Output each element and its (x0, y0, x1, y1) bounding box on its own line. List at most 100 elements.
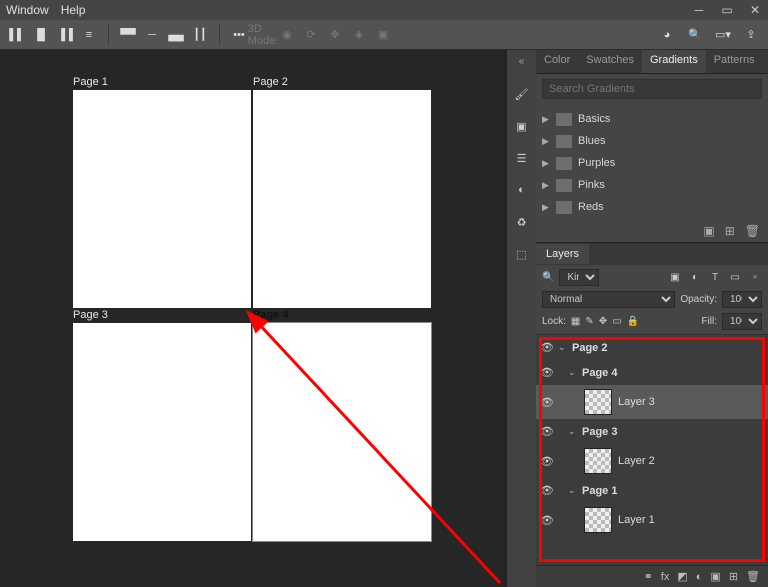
history-panel-icon[interactable]: ▣ (513, 117, 531, 135)
layer-filter-kind[interactable]: Kind (559, 269, 599, 286)
layer-group-row[interactable]: 👁⌄Page 3 (536, 419, 768, 444)
chevron-right-icon: ▶ (542, 158, 550, 169)
chevron-right-icon: ▶ (542, 136, 550, 147)
filter-search-icon[interactable]: 🔍 (542, 272, 554, 283)
layer-row[interactable]: 👁Layer 2 (536, 444, 768, 478)
align-justify-icon[interactable]: ≡ (80, 26, 98, 44)
folder-label: Reds (578, 201, 604, 213)
delete-layer-icon[interactable]: 🗑 (746, 570, 760, 583)
folder-item[interactable]: ▶Pinks (542, 174, 766, 196)
lock-pixels-icon[interactable]: ✎ (585, 316, 593, 327)
lock-artboard-icon[interactable]: ▭ (612, 316, 621, 327)
layer-row[interactable]: 👁Layer 1 (536, 503, 768, 537)
artboard-page-1[interactable]: Page 1 (73, 90, 251, 308)
folder-item[interactable]: ▶Reds (542, 196, 766, 218)
artboard-label: Page 3 (73, 309, 108, 321)
align-center-icon[interactable]: ▐▌ (32, 26, 50, 44)
visibility-icon[interactable]: 👁 (536, 366, 558, 379)
menu-window[interactable]: Window (6, 3, 49, 17)
visibility-icon[interactable]: 👁 (536, 396, 558, 409)
align-left-icon[interactable]: ▌▌ (8, 26, 26, 44)
libraries-panel-icon[interactable]: ♻ (513, 213, 531, 231)
folder-icon (556, 113, 572, 126)
filter-type-icon[interactable]: T (708, 272, 722, 283)
folder-icon (556, 157, 572, 170)
new-group-icon[interactable]: ▣ (703, 224, 714, 238)
maximize-button[interactable]: ▭ (720, 3, 734, 17)
3d-camera-icon: ▣ (374, 26, 392, 44)
adjustment-layer-icon[interactable]: ◐ (696, 571, 703, 583)
menu-help[interactable]: Help (61, 3, 86, 17)
chevron-right-icon: ▶ (542, 180, 550, 191)
tab-gradients[interactable]: Gradients (642, 50, 706, 73)
visibility-icon[interactable]: 👁 (536, 484, 558, 497)
layer-row[interactable]: 👁 Layer 3 (536, 385, 768, 419)
collapse-chevron-icon[interactable]: « (519, 56, 525, 67)
folder-item[interactable]: ▶Blues (542, 130, 766, 152)
distribute-icon[interactable]: ┃┃ (191, 26, 209, 44)
layer-group-row[interactable]: 👁⌄ Page 2 (536, 335, 768, 360)
visibility-icon[interactable]: 👁 (536, 341, 558, 354)
folder-item[interactable]: ▶Purples (542, 152, 766, 174)
tab-layers[interactable]: Layers (536, 244, 589, 264)
workspace-icon[interactable]: ▭▾ (714, 26, 732, 44)
new-layer-icon[interactable]: ⊞ (729, 570, 738, 583)
layer-thumbnail (584, 389, 612, 415)
adjustments-panel-icon[interactable]: ☰ (513, 149, 531, 167)
folder-icon (556, 135, 572, 148)
opacity-select[interactable]: 100% (722, 291, 762, 308)
chevron-down-icon[interactable]: ⌄ (568, 426, 578, 437)
fill-label: Fill: (701, 316, 717, 327)
blend-mode-select[interactable]: Normal (542, 291, 675, 308)
lock-all-icon[interactable]: 🔒 (627, 316, 639, 327)
tab-color[interactable]: Color (536, 50, 578, 73)
layer-tree[interactable]: 👁⌄Page 2 👁⌄Page 4 👁Layer 3 👁⌄Page 3 👁Lay… (536, 335, 768, 565)
layer-label: Layer 3 (618, 396, 655, 408)
align-bottom-icon[interactable]: ▄▄ (167, 26, 185, 44)
artboard-page-4[interactable]: Page 4 (253, 323, 431, 541)
more-icon[interactable]: ••• (230, 26, 248, 44)
tab-patterns[interactable]: Patterns (706, 50, 763, 73)
chevron-down-icon[interactable]: ⌄ (558, 342, 568, 353)
search-icon[interactable]: 🔍 (686, 26, 704, 44)
group-label: Page 1 (582, 485, 617, 497)
tab-swatches[interactable]: Swatches (578, 50, 642, 73)
3d-rotate-icon: ⟳ (302, 26, 320, 44)
visibility-icon[interactable]: 👁 (536, 455, 558, 468)
new-preset-icon[interactable]: ⊞ (725, 224, 735, 238)
brush-panel-icon[interactable]: 🖌 (513, 85, 531, 103)
minimize-button[interactable]: ─ (692, 3, 706, 17)
link-layers-icon[interactable]: ⚭ (644, 570, 653, 583)
filter-shape-icon[interactable]: ▭ (728, 272, 742, 283)
filter-adjust-icon[interactable]: ◐ (688, 272, 702, 283)
layer-style-icon[interactable]: fx (661, 571, 670, 583)
visibility-icon[interactable]: 👁 (536, 425, 558, 438)
styles-panel-icon[interactable]: ◐ (513, 181, 531, 199)
artboard-page-3[interactable]: Page 3 (73, 323, 251, 541)
canvas-area[interactable]: Page 1 Page 2 Page 3 Page 4 (0, 50, 506, 587)
align-top-icon[interactable]: ▀▀ (119, 26, 137, 44)
chevron-down-icon[interactable]: ⌄ (568, 367, 578, 378)
layer-group-row[interactable]: 👁 ⌄ Page 1 (536, 478, 768, 503)
align-right-icon[interactable]: ▐▐ (56, 26, 74, 44)
filter-pixel-icon[interactable]: ▣ (668, 272, 682, 283)
close-button[interactable]: ✕ (748, 3, 762, 17)
user-icon[interactable]: ◕ (658, 26, 676, 44)
new-group-icon[interactable]: ▣ (710, 570, 720, 583)
chevron-down-icon[interactable]: ⌄ (568, 485, 578, 496)
layer-mask-icon[interactable]: ◩ (677, 570, 687, 583)
fill-select[interactable]: 100% (722, 313, 762, 330)
artboard-page-2[interactable]: Page 2 (253, 90, 431, 308)
visibility-icon[interactable]: 👁 (536, 514, 558, 527)
paths-panel-icon[interactable]: ⬚ (513, 245, 531, 263)
group-label: Page 2 (572, 342, 607, 354)
lock-transparent-icon[interactable]: ▦ (571, 316, 580, 327)
lock-position-icon[interactable]: ✥ (599, 316, 607, 327)
delete-preset-icon[interactable]: 🗑 (745, 224, 760, 238)
share-icon[interactable]: ⇪ (742, 26, 760, 44)
filter-smart-icon[interactable]: ▫ (748, 272, 762, 283)
folder-item[interactable]: ▶Basics (542, 108, 766, 130)
align-middle-icon[interactable]: ─ (143, 26, 161, 44)
search-gradients-input[interactable] (542, 79, 762, 99)
layer-group-row[interactable]: 👁⌄Page 4 (536, 360, 768, 385)
